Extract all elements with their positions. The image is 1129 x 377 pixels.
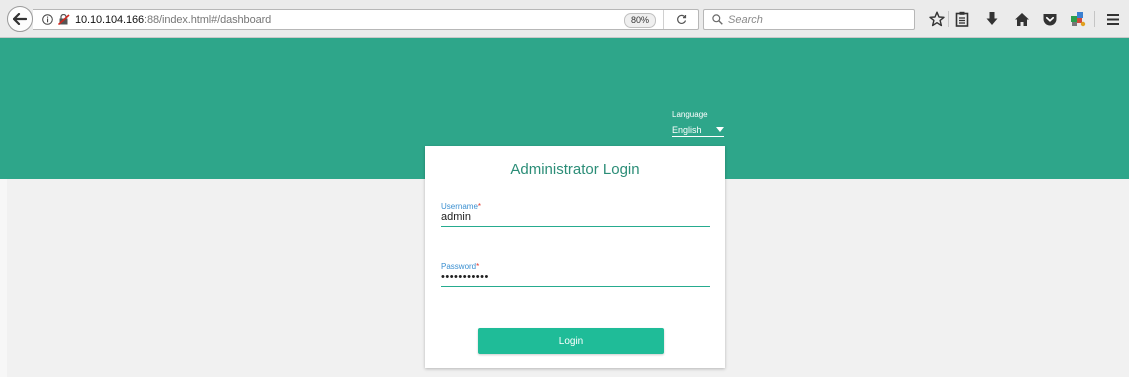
search-bar[interactable]	[703, 9, 915, 30]
menu-button[interactable]	[1103, 9, 1123, 29]
reading-list-button[interactable]	[952, 9, 972, 29]
language-dropdown[interactable]: English	[672, 123, 724, 137]
toolbar-separator	[1094, 11, 1095, 27]
download-icon	[986, 12, 998, 25]
reload-button[interactable]	[663, 10, 698, 29]
login-card: Administrator Login Username* Password* …	[425, 146, 725, 368]
search-icon	[712, 14, 723, 25]
username-input[interactable]	[441, 211, 710, 227]
toolbar-separator	[948, 11, 949, 27]
password-label-text: Password	[441, 262, 477, 271]
url-path: :88/index.html#/dashboard	[144, 13, 272, 26]
home-icon	[1015, 12, 1029, 26]
info-icon[interactable]	[42, 14, 53, 25]
language-selector: Language English	[672, 110, 724, 137]
extension-button[interactable]	[1068, 9, 1088, 29]
downloads-button[interactable]	[982, 9, 1002, 29]
page-content: Language English Administrator Login Use…	[0, 38, 1129, 377]
insecure-lock-icon[interactable]	[58, 14, 70, 25]
extension-icon	[1071, 12, 1086, 27]
bookmark-star-button[interactable]	[927, 9, 947, 29]
pocket-button[interactable]	[1040, 9, 1060, 29]
username-label-text: Username	[441, 202, 478, 211]
password-input[interactable]	[441, 271, 710, 287]
required-marker: *	[477, 202, 482, 211]
password-label: Password*	[441, 262, 710, 271]
clipboard-icon	[955, 11, 969, 27]
reload-icon	[676, 14, 686, 24]
username-label: Username*	[441, 202, 710, 211]
url-text[interactable]: 10.10.104.166:88/index.html#/dashboard	[75, 14, 271, 26]
hamburger-menu-icon	[1107, 13, 1119, 25]
required-marker: *	[476, 262, 480, 271]
zoom-indicator[interactable]: 80%	[623, 13, 656, 28]
language-label: Language	[672, 110, 708, 119]
star-icon	[929, 11, 945, 27]
home-button[interactable]	[1012, 9, 1032, 29]
dropdown-arrow-icon	[716, 127, 724, 132]
url-bar[interactable]: 10.10.104.166:88/index.html#/dashboard 8…	[33, 9, 699, 30]
language-value: English	[672, 124, 702, 135]
password-field: Password*	[441, 262, 710, 287]
back-button[interactable]	[7, 6, 33, 32]
login-button[interactable]: Login	[478, 328, 664, 354]
login-title: Administrator Login	[510, 161, 640, 178]
search-input[interactable]	[728, 13, 898, 26]
browser-toolbar: 10.10.104.166:88/index.html#/dashboard 8…	[0, 0, 1129, 38]
pocket-icon	[1043, 13, 1057, 25]
back-arrow-icon	[13, 13, 27, 25]
url-host: 10.10.104.166	[75, 13, 145, 26]
username-field: Username*	[441, 202, 710, 227]
page-left-edge	[0, 179, 7, 377]
